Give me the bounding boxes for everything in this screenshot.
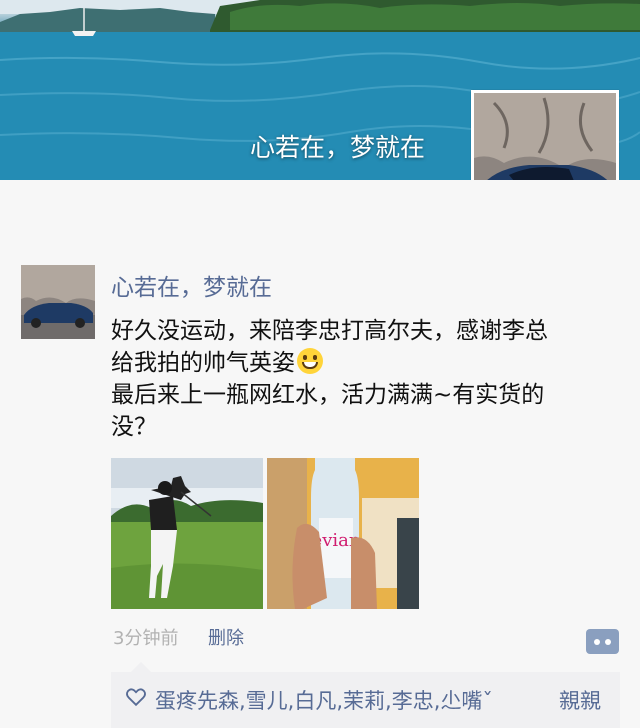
post-text-line: 没？ (111, 414, 157, 440)
comment-button[interactable] (586, 629, 619, 654)
post-text: 好久没运动，来陪李忠打高尔夫，感谢李总 给我拍的帅气英姿 最后来上一瓶网红水，活… (111, 315, 621, 443)
heart-icon (126, 688, 146, 707)
post-text-line: 最后来上一瓶网红水，活力满满~有实货的 (111, 382, 545, 408)
cover-username: 心若在，梦就在 (250, 133, 426, 162)
cover-image[interactable]: 心若在，梦就在 (0, 0, 640, 180)
post-text-segment: 给我拍的帅气英姿 (111, 350, 295, 376)
post-text-line: 好久没运动，来陪李忠打高尔夫，感谢李总 (111, 318, 548, 344)
car-thumbnail (21, 265, 95, 339)
more-dots-icon (594, 639, 600, 645)
car-photo (474, 93, 616, 180)
profile-avatar[interactable] (471, 90, 619, 180)
post-text-line: 给我拍的帅气英姿 (111, 347, 621, 379)
golf-photo-image (111, 458, 263, 609)
evian-bottle-photo[interactable]: evian (267, 458, 419, 609)
evian-photo-image: evian (267, 458, 419, 609)
more-dots-icon (605, 639, 611, 645)
post-timestamp: 3分钟前 (113, 628, 179, 649)
likes-panel: 蛋疼先森,雪儿,白凡,茉莉,李忠,尐嘴ˇ 親親 (111, 662, 620, 728)
likes-names[interactable]: 蛋疼先森,雪儿,白凡,茉莉,李忠,尐嘴ˇ (155, 685, 493, 715)
post-author-name[interactable]: 心若在，梦就在 (111, 268, 272, 302)
delete-link[interactable]: 删除 (208, 624, 244, 650)
post-avatar[interactable] (21, 265, 95, 339)
likes-names-end[interactable]: 親親 (559, 685, 601, 715)
golf-photo[interactable] (111, 458, 263, 609)
grinning-face-emoji-icon (297, 348, 323, 374)
